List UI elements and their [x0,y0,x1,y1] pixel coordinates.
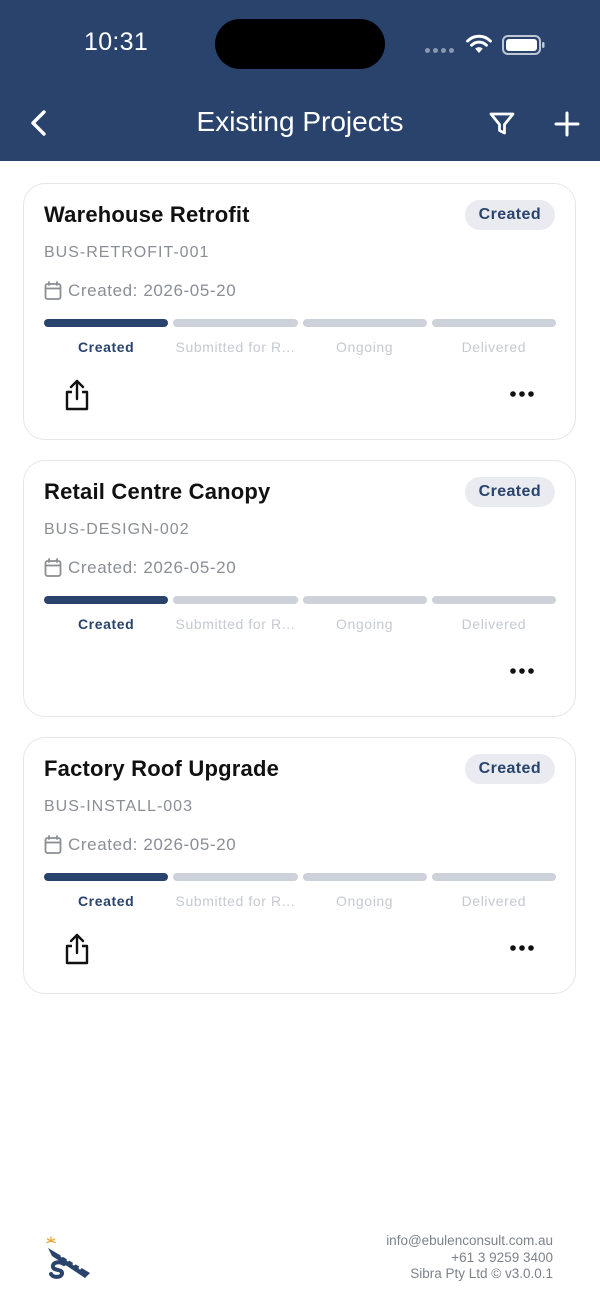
dynamic-island [215,19,385,69]
stage-segment-delivered [431,873,556,881]
status-badge: Created [464,754,555,784]
stage-progress-bar [44,873,556,881]
stage-label-created: Created [77,893,135,909]
project-card[interactable]: Factory Roof Upgrade Created BUS-INSTALL… [23,737,576,994]
footer-copyright: Sibra Pty Ltd © v3.0.0.1 [410,1266,553,1281]
project-card[interactable]: Retail Centre Canopy Created BUS-DESIGN-… [23,460,576,717]
stage-segment-delivered [431,596,556,604]
app-header: 10:31 Existing Projects [0,0,600,161]
stage-segment-submitted [173,873,298,881]
more-options-button[interactable] [509,386,535,402]
status-bar-time: 10:31 [84,28,149,56]
filter-button[interactable] [486,108,518,140]
cellular-signal-icon [425,48,454,53]
stage-progress-bar [44,319,556,327]
created-date-row: Created: 2026-05-20 [44,558,236,578]
share-button[interactable] [62,378,92,412]
stage-segment-delivered [431,319,556,327]
stage-labels: Created Submitted for R... Ongoing Deliv… [44,893,556,909]
status-badge: Created [464,200,555,230]
stage-segment-ongoing [302,319,427,327]
stage-label-delivered: Delivered [461,616,527,632]
footer-email[interactable]: info@ebulenconsult.com.au [386,1233,553,1250]
project-name: Warehouse Retrofit [44,202,250,227]
stage-label-ongoing: Ongoing [336,616,394,632]
stage-label-ongoing: Ongoing [336,339,394,355]
project-code: BUS-DESIGN-002 [44,521,190,538]
project-code: BUS-RETROFIT-001 [44,244,210,261]
status-badge: Created [464,477,555,507]
stage-labels: Created Submitted for R... Ongoing Deliv… [44,339,556,355]
stage-segment-submitted [173,319,298,327]
wifi-icon [466,34,492,53]
share-button[interactable] [62,932,92,966]
created-date: Created: 2026-05-20 [68,281,237,300]
company-logo [46,1236,90,1279]
battery-icon [502,35,545,55]
page-title: Existing Projects [196,106,404,137]
stage-labels: Created Submitted for R... Ongoing Deliv… [44,616,556,632]
created-date-row: Created: 2026-05-20 [44,281,236,301]
stage-segment-ongoing [302,596,427,604]
stage-label-submitted: Submitted for R... [175,616,296,632]
footer-contact: info@ebulenconsult.com.au +61 3 9259 340… [386,1233,553,1283]
project-code: BUS-INSTALL-003 [44,798,193,815]
stage-segment-submitted [173,596,298,604]
more-options-button[interactable] [509,940,535,956]
stage-segment-ongoing [302,873,427,881]
calendar-icon [44,558,62,577]
stage-label-created: Created [77,339,135,355]
project-name: Retail Centre Canopy [44,479,271,504]
back-button[interactable] [24,104,56,142]
project-name: Factory Roof Upgrade [44,756,280,781]
stage-segment-created [44,596,169,604]
stage-progress-bar [44,596,556,604]
stage-label-delivered: Delivered [461,893,527,909]
stage-label-submitted: Submitted for R... [175,893,296,909]
stage-segment-created [44,319,169,327]
created-date-row: Created: 2026-05-20 [44,835,236,855]
add-project-button[interactable] [550,107,584,141]
stage-segment-created [44,873,169,881]
project-card[interactable]: Warehouse Retrofit Created BUS-RETROFIT-… [23,183,576,440]
more-options-button[interactable] [509,663,535,679]
calendar-icon [44,281,62,300]
stage-label-ongoing: Ongoing [336,893,394,909]
calendar-icon [44,835,62,854]
created-date: Created: 2026-05-20 [68,835,237,854]
stage-label-created: Created [77,616,135,632]
stage-label-submitted: Submitted for R... [175,339,296,355]
stage-label-delivered: Delivered [461,339,527,355]
created-date: Created: 2026-05-20 [68,558,237,577]
footer-phone[interactable]: +61 3 9259 3400 [386,1250,553,1267]
